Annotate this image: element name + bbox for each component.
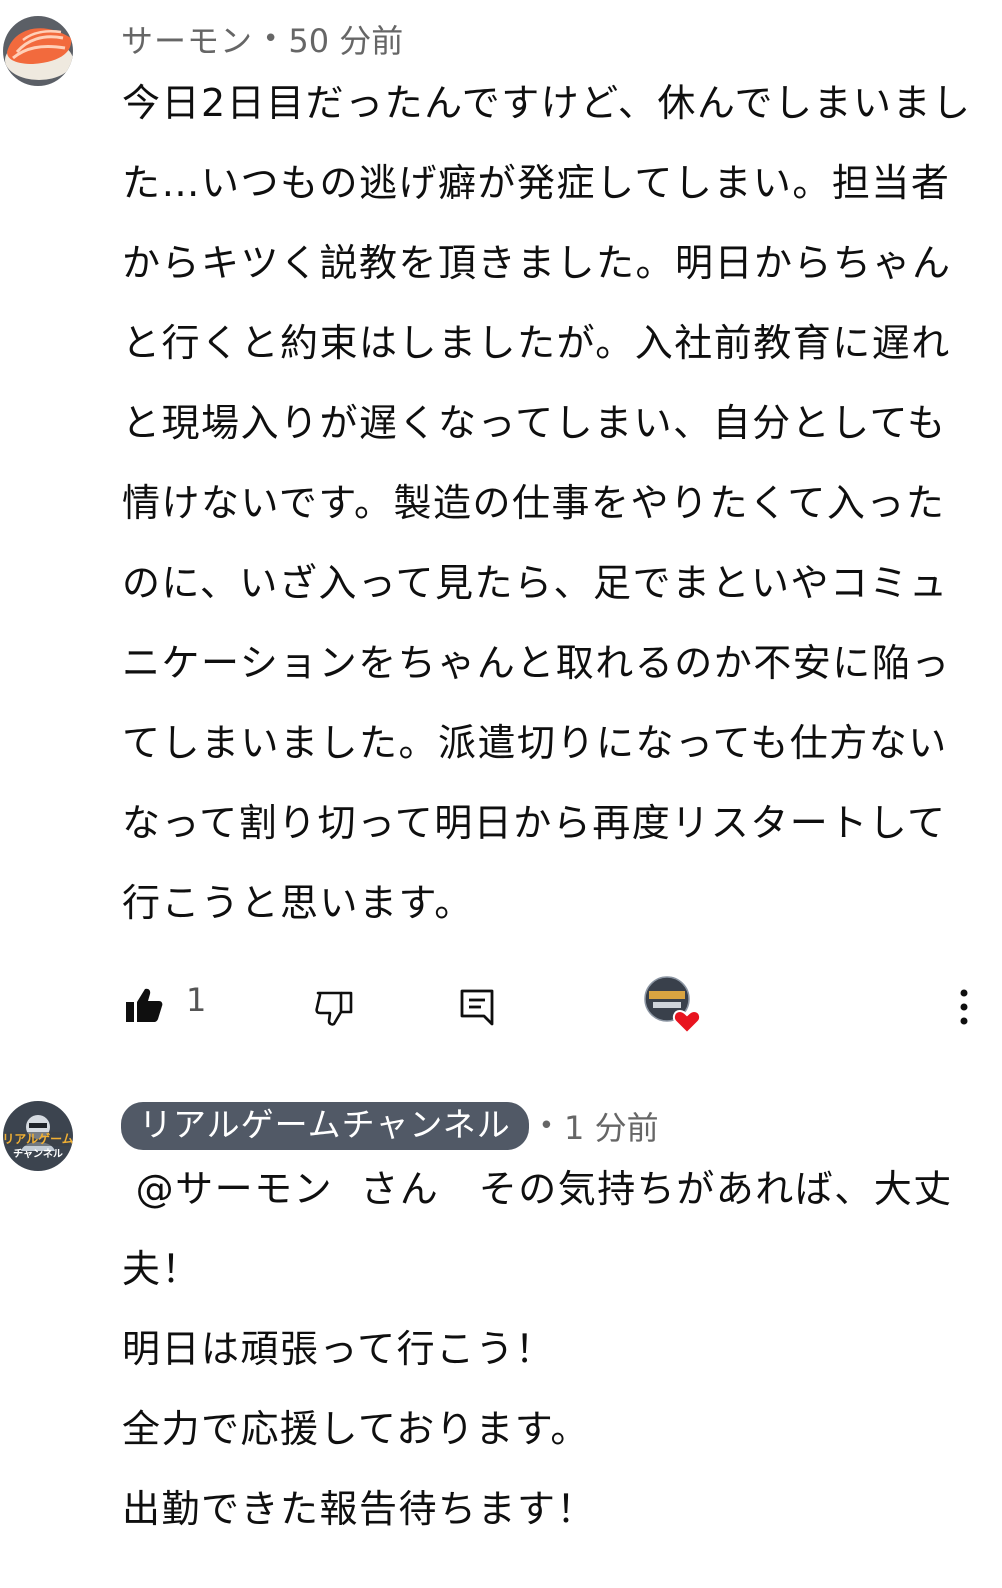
thumbs-down-outline-icon <box>315 991 353 1026</box>
reply-comment-icon <box>460 989 494 1026</box>
comment-action-bar: 1 <box>0 975 1002 1035</box>
comment: サーモン • 50 分前 今日2日目だったんですけど、休んでしまいました…いつも… <box>0 0 1002 1060</box>
creator-heart-icon <box>644 976 702 1035</box>
comment-header: リアルゲームチャンネル • 1 分前 <box>121 1102 659 1150</box>
thumbs-up-filled-icon <box>126 988 163 1022</box>
comment-text: 今日2日目だったんですけど、休んでしまいました…いつもの逃げ癖が発症してしまい。… <box>122 81 972 925</box>
comment-reply: リアルゲーム チャンネル リアルゲームチャンネル • 1 分前 @サーモン さん… <box>0 1080 1002 1588</box>
dislike-button[interactable] <box>312 979 356 1039</box>
channel-logo-icon: リアルゲーム チャンネル <box>3 1101 73 1171</box>
creator-author-chip[interactable]: リアルゲームチャンネル <box>121 1102 529 1150</box>
reply-button[interactable] <box>455 977 499 1037</box>
reply-text: @サーモン さん その気持ちがあれば、大丈夫！ 明日は頑張って行こう！ 全力で応… <box>122 1167 953 1531</box>
like-button[interactable] <box>122 975 166 1035</box>
comment-header: サーモン • 50 分前 <box>121 17 403 61</box>
salmon-sushi-icon <box>3 16 73 86</box>
timestamp[interactable]: 1 分前 <box>564 1103 659 1149</box>
like-count: 1 <box>186 981 207 1019</box>
more-options-button[interactable] <box>946 977 982 1037</box>
user-avatar[interactable] <box>3 16 73 86</box>
channel-avatar[interactable]: リアルゲーム チャンネル <box>3 1101 73 1171</box>
separator-dot: • <box>538 1111 555 1141</box>
separator-dot: • <box>263 24 279 54</box>
more-vertical-icon <box>960 989 968 1025</box>
timestamp[interactable]: 50 分前 <box>288 16 403 62</box>
channel-logo-text: リアルゲーム <box>3 1131 73 1146</box>
author-name[interactable]: サーモン <box>121 16 253 62</box>
channel-logo-text-2: チャンネル <box>13 1148 63 1160</box>
creator-heart-badge <box>643 975 705 1037</box>
